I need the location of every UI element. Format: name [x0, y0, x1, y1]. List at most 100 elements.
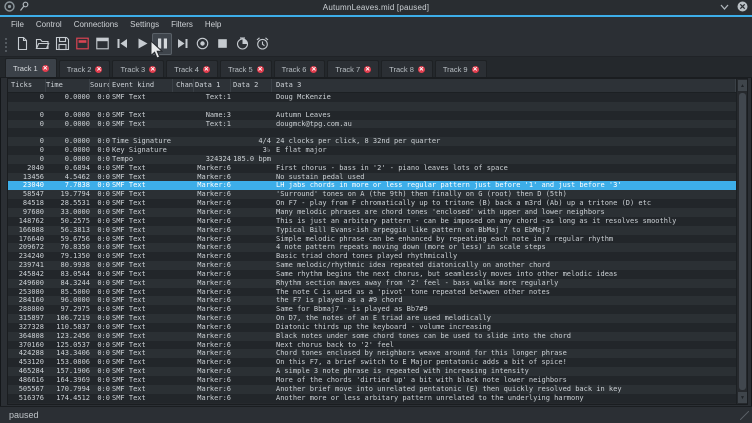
tab-track-2[interactable]: Track 2✕ — [59, 60, 111, 78]
column-header-data-3[interactable]: Data 3 — [272, 79, 736, 92]
menu-connections[interactable]: Connections — [68, 18, 124, 31]
tab-close-icon[interactable]: ✕ — [418, 66, 425, 73]
tab-close-icon[interactable]: ✕ — [95, 66, 102, 73]
skip-backward-button[interactable] — [112, 33, 132, 55]
column-header-source[interactable]: Source — [90, 79, 110, 92]
resize-grip-icon[interactable] — [740, 411, 749, 420]
tab-close-icon[interactable]: ✕ — [203, 66, 210, 73]
event-row[interactable]: 00.00000:0Key Signature3♭E flat major — [8, 146, 736, 155]
open-file-icon — [35, 36, 50, 51]
event-row[interactable]: 16688856.38130:0SMF TextMarker:6Typical … — [8, 226, 736, 235]
event-row[interactable]: 00.00000:0SMF TextName:3Autumn Leaves — [8, 111, 736, 120]
tab-close-icon[interactable]: ✕ — [257, 66, 264, 73]
event-row[interactable]: 465284157.19060:0SMF TextMarker:6A simpl… — [8, 367, 736, 376]
event-row[interactable]: 28416096.00000:0SMF TextMarker:6the F7 i… — [8, 296, 736, 305]
pin-icon[interactable] — [19, 1, 29, 12]
tab-close-icon[interactable]: ✕ — [42, 65, 49, 72]
menu-file[interactable]: File — [5, 18, 30, 31]
stop-button[interactable] — [212, 33, 232, 55]
event-row[interactable]: 5854719.77940:0SMF TextMarker:6'Surround… — [8, 190, 736, 199]
cell-chan — [173, 394, 194, 403]
tab-track-1[interactable]: Track 1✕ — [5, 58, 57, 78]
event-row[interactable]: 364808123.24560:0SMF TextMarker:6Black n… — [8, 332, 736, 341]
text-events-window-toggle-button[interactable] — [72, 33, 92, 55]
column-header-time[interactable]: Time — [46, 79, 90, 92]
titlebar: AutumnLeaves.mid [paused] — [0, 0, 752, 15]
event-row[interactable]: 25308085.50000:0SMF TextMarker:6The note… — [8, 288, 736, 297]
event-row[interactable]: 505567170.79940:0SMF TextMarker:6Another… — [8, 385, 736, 394]
event-table-header[interactable]: TicksTimeSourceEvent kindChanData 1Data … — [8, 79, 736, 93]
cell-d1: Marker:6 — [194, 261, 231, 270]
tab-track-7[interactable]: Track 7✕ — [327, 60, 379, 78]
event-row[interactable]: 453120153.08060:0SMF TextMarker:6On this… — [8, 358, 736, 367]
menu-filters[interactable]: Filters — [165, 18, 199, 31]
column-header-data-1[interactable]: Data 1 — [194, 79, 231, 92]
menu-help[interactable]: Help — [199, 18, 227, 31]
close-window-button[interactable] — [737, 1, 748, 12]
metronome-button[interactable] — [252, 33, 272, 55]
tab-track-6[interactable]: Track 6✕ — [274, 60, 326, 78]
event-row[interactable]: 23974180.99380:0SMF TextMarker:6Same mel… — [8, 261, 736, 270]
new-file-button[interactable] — [12, 33, 32, 55]
event-row[interactable]: 424288143.34060:0SMF TextMarker:6Chord t… — [8, 349, 736, 358]
event-row[interactable]: 20967270.83500:0SMF TextMarker:64 note p… — [8, 243, 736, 252]
event-row-selected[interactable]: 230407.78380:0SMF TextMarker:6LH jabs ch… — [8, 181, 736, 190]
tab-close-icon[interactable]: ✕ — [149, 66, 156, 73]
column-header-data-2[interactable]: Data 2 — [231, 79, 272, 92]
open-file-button[interactable] — [32, 33, 52, 55]
column-header-chan[interactable]: Chan — [173, 79, 194, 92]
vertical-scrollbar[interactable]: ▲ ▼ — [736, 79, 747, 404]
column-header-event-kind[interactable]: Event kind — [110, 79, 173, 92]
event-row[interactable]: 00.00000:0Time Signature4/424 clocks per… — [8, 137, 736, 146]
menu-settings[interactable]: Settings — [124, 18, 165, 31]
scroll-down-button[interactable]: ▼ — [738, 392, 747, 403]
timer-icon — [235, 36, 250, 51]
event-row[interactable]: 28800097.29750:0SMF TextMarker:6Same for… — [8, 305, 736, 314]
event-row[interactable]: 14876250.25750:0SMF TextMarker:6This is … — [8, 217, 736, 226]
menu-control[interactable]: Control — [30, 18, 68, 31]
skip-forward-button[interactable] — [172, 33, 192, 55]
event-row[interactable]: 486616164.39690:0SMF TextMarker:6More of… — [8, 376, 736, 385]
cell-kind: SMF Text — [110, 190, 173, 199]
event-row[interactable]: 00.00000:0SMF TextText:1dougmck@tpg.com.… — [8, 120, 736, 129]
tab-close-icon[interactable]: ✕ — [472, 66, 479, 73]
play-button[interactable] — [132, 33, 152, 55]
event-row[interactable]: 00.00000:0SMF TextText:1Doug McKenzie — [8, 93, 736, 102]
timer-button[interactable] — [232, 33, 252, 55]
event-row[interactable]: 370160125.05370:0SMF TextMarker:6Next ch… — [8, 341, 736, 350]
event-row[interactable]: 9768033.00000:0SMF TextMarker:6Many melo… — [8, 208, 736, 217]
event-row[interactable]: 327328110.58370:0SMF TextMarker:6Diatoni… — [8, 323, 736, 332]
event-row[interactable]: 24584283.05440:0SMF TextMarker:6Same rhy… — [8, 270, 736, 279]
event-row[interactable]: 17664059.67560:0SMF TextMarker:6Simple m… — [8, 235, 736, 244]
cell-d2 — [231, 261, 272, 270]
shade-window-button[interactable] — [720, 4, 729, 10]
event-row[interactable]: 8451828.55310:0SMF TextMarker:6On F7 - p… — [8, 199, 736, 208]
event-row[interactable]: 315897106.72190:0SMF TextMarker:6On D7, … — [8, 314, 736, 323]
save-file-button[interactable] — [52, 33, 72, 55]
tab-track-5[interactable]: Track 5✕ — [220, 60, 272, 78]
record-button[interactable] — [192, 33, 212, 55]
column-header-ticks[interactable]: Ticks — [8, 79, 46, 92]
scroll-up-button[interactable]: ▲ — [738, 80, 747, 91]
player-window-toggle-button[interactable] — [92, 33, 112, 55]
event-row[interactable]: 20400.68940:0SMF TextMarker:6First choru… — [8, 164, 736, 173]
toolbar-drag-handle[interactable] — [3, 36, 9, 52]
scrollbar-handle[interactable] — [739, 93, 746, 390]
tab-track-4[interactable]: Track 4✕ — [166, 60, 218, 78]
event-row[interactable]: 23424079.13500:0SMF TextMarker:6Basic tr… — [8, 252, 736, 261]
event-row[interactable]: 516376174.45120:0SMF TextMarker:6Another… — [8, 394, 736, 403]
tab-close-icon[interactable]: ✕ — [310, 66, 317, 73]
tab-track-8[interactable]: Track 8✕ — [381, 60, 433, 78]
cell-d1: 324324 — [194, 155, 231, 164]
event-row[interactable]: 24960084.32440:0SMF TextMarker:6Rhythm s… — [8, 279, 736, 288]
event-row[interactable]: 00.00000:0Tempo324324185.0 bpm — [8, 155, 736, 164]
tab-track-3[interactable]: Track 3✕ — [112, 60, 164, 78]
event-row[interactable]: 134564.54620:0SMF TextMarker:6No sustain… — [8, 173, 736, 182]
event-row[interactable] — [8, 102, 736, 111]
cell-ticks: 284160 — [8, 296, 46, 305]
event-row[interactable] — [8, 128, 736, 137]
pause-button[interactable] — [152, 33, 172, 55]
tab-close-icon[interactable]: ✕ — [364, 66, 371, 73]
new-file-icon — [15, 36, 30, 51]
tab-track-9[interactable]: Track 9✕ — [435, 60, 487, 78]
